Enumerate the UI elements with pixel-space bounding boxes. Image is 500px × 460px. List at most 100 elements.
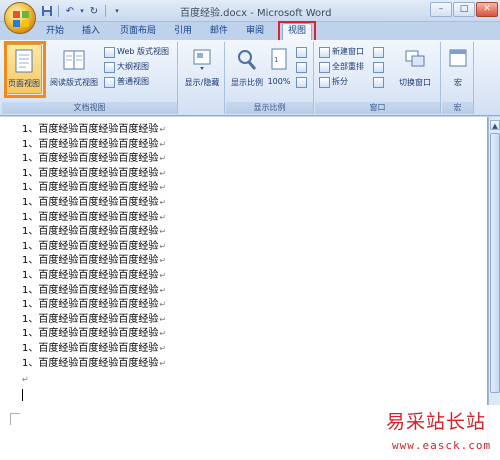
document-line[interactable]: 1、百度经验百度经验百度经验↵ (22, 167, 166, 182)
new-window-button[interactable]: 新建窗口 (319, 45, 364, 59)
page-width-button[interactable] (296, 75, 307, 89)
document-line-text: 1、百度经验百度经验百度经验 (22, 313, 159, 325)
document-line[interactable]: 1、百度经验百度经验百度经验↵ (22, 357, 166, 372)
show-hide-button[interactable]: 显示/隐藏 (182, 44, 222, 94)
group-window: 新建窗口 全部重排 拆分 切换窗口 窗口 (315, 42, 441, 114)
reset-window-button[interactable] (373, 75, 384, 89)
page-100-icon: 1 (271, 48, 287, 70)
web-layout-label: Web 版式视图 (117, 47, 169, 56)
save-icon[interactable] (40, 4, 54, 18)
document-line[interactable]: 1、百度经验百度经验百度经验↵ (22, 138, 166, 153)
customize-qat-icon[interactable]: ▾ (110, 4, 124, 18)
svg-text:1: 1 (274, 56, 278, 64)
sync-scroll-icon (373, 61, 384, 73)
outline-icon (104, 61, 115, 73)
minimize-button[interactable]: – (430, 2, 452, 17)
draft-label: 普通视图 (117, 77, 149, 86)
scroll-up-button[interactable]: ▲ (490, 120, 500, 130)
draft-button[interactable]: 普通视图 (104, 75, 149, 89)
tab-view[interactable]: 视图 (282, 23, 312, 40)
arrange-all-icon (319, 61, 330, 73)
tab-page-layout[interactable]: 页面布局 (114, 24, 162, 38)
text-cursor (22, 389, 23, 401)
split-icon (319, 76, 330, 88)
document-line[interactable]: 1、百度经验百度经验百度经验↵ (22, 225, 166, 240)
redo-icon[interactable]: ↻ (87, 4, 101, 18)
split-button[interactable]: 拆分 (319, 75, 348, 89)
document-line[interactable]: 1、百度经验百度经验百度经验↵ (22, 269, 166, 284)
office-button[interactable] (4, 2, 36, 34)
document-line[interactable]: 1、百度经验百度经验百度经验↵ (22, 254, 166, 269)
document-body[interactable]: 1、百度经验百度经验百度经验↵ 1、百度经验百度经验百度经验↵ 1、百度经验百度经验… (22, 123, 166, 371)
undo-dropdown-icon[interactable]: ▾ (79, 4, 85, 18)
document-line[interactable]: 1、百度经验百度经验百度经验↵ (22, 181, 166, 196)
web-layout-button[interactable]: Web 版式视图 (104, 45, 169, 59)
paragraph-mark: ↵ (159, 314, 167, 324)
document-line-text: 1、百度经验百度经验百度经验 (22, 342, 159, 354)
tab-review[interactable]: 审阅 (242, 24, 268, 38)
document-line[interactable]: 1、百度经验百度经验百度经验↵ (22, 123, 166, 138)
tab-home[interactable]: 开始 (42, 24, 68, 38)
view-side-by-side-button[interactable] (373, 45, 384, 59)
scroll-thumb[interactable] (490, 133, 500, 393)
document-line[interactable]: 1、百度经验百度经验百度经验↵ (22, 240, 166, 255)
document-line[interactable]: 1、百度经验百度经验百度经验↵ (22, 211, 166, 226)
window-title: 百度经验.docx - Microsoft Word (180, 8, 332, 19)
print-layout-button[interactable]: 页面视图 (6, 44, 42, 94)
group-zoom: 显示比例 1 100% 显示比例 (226, 42, 314, 114)
group-label-window: 窗口 (315, 102, 440, 114)
document-line[interactable]: 1、百度经验百度经验百度经验↵ (22, 327, 166, 342)
document-line-text: 1、百度经验百度经验百度经验 (22, 226, 159, 238)
document-line-text: 1、百度经验百度经验百度经验 (22, 240, 159, 252)
tab-insert[interactable]: 插入 (78, 24, 104, 38)
magnifier-icon (238, 50, 257, 70)
page-width-icon (296, 76, 307, 88)
document-line[interactable]: 1、百度经验百度经验百度经验↵ (22, 313, 166, 328)
document-line-text: 1、百度经验百度经验百度经验 (22, 196, 159, 208)
group-label-document-views: 文档视图 (2, 102, 177, 114)
document-line-text: 1、百度经验百度经验百度经验 (22, 138, 159, 150)
document-line-text: 1、百度经验百度经验百度经验 (22, 284, 159, 296)
watermark-url: www.easck.com (392, 439, 492, 452)
zoom-label: 显示比例 (231, 78, 263, 87)
ribbon-tabs: 开始 插入 页面布局 引用 邮件 审阅 视图 (0, 22, 500, 40)
one-page-button[interactable] (296, 45, 307, 59)
document-line[interactable]: 1、百度经验百度经验百度经验↵ (22, 284, 166, 299)
undo-icon[interactable]: ↶ (63, 4, 77, 18)
close-button[interactable]: ✕ (476, 2, 498, 17)
reading-layout-icon (63, 50, 85, 70)
outline-button[interactable]: 大纲视图 (104, 60, 149, 74)
two-pages-button[interactable] (296, 60, 307, 74)
tab-mailings[interactable]: 邮件 (206, 24, 232, 38)
group-show-hide: 显示/隐藏 (179, 42, 225, 114)
document-line-text: 1、百度经验百度经验百度经验 (22, 299, 159, 311)
document-line[interactable]: 1、百度经验百度经验百度经验↵ (22, 342, 166, 357)
quick-access-toolbar: ↶ ▾ ↻ ▾ (40, 3, 124, 19)
new-window-icon (319, 46, 330, 58)
full-screen-reading-button[interactable]: 阅读版式视图 (48, 44, 100, 94)
paragraph-mark: ↵ (159, 358, 167, 368)
zoom-percent-label: 100% (267, 77, 291, 86)
title-bar: ↶ ▾ ↻ ▾ 百度经验.docx - Microsoft Word – □ ✕ (0, 0, 500, 34)
maximize-button[interactable]: □ (453, 2, 475, 17)
tab-references[interactable]: 引用 (170, 24, 196, 38)
split-label: 拆分 (332, 77, 348, 86)
qat-separator (58, 5, 59, 17)
web-layout-icon (104, 46, 115, 58)
sync-scrolling-button[interactable] (373, 60, 384, 74)
zoom-button[interactable]: 显示比例 (228, 44, 266, 94)
document-line-text: 1、百度经验百度经验百度经验 (22, 182, 159, 194)
switch-windows-icon (405, 50, 425, 67)
draft-icon (104, 76, 115, 88)
paragraph-mark: ↵ (159, 227, 167, 237)
zoom-100-button[interactable]: 1 100% (266, 44, 292, 94)
show-hide-label: 显示/隐藏 (184, 78, 220, 87)
paragraph-mark: ↵ (159, 197, 167, 207)
document-line[interactable]: 1、百度经验百度经验百度经验↵ (22, 152, 166, 167)
document-line[interactable]: 1、百度经验百度经验百度经验↵ (22, 298, 166, 313)
arrange-all-button[interactable]: 全部重排 (319, 60, 364, 74)
macros-button[interactable]: 宏 (444, 44, 472, 94)
paragraph-mark: ↵ (159, 139, 167, 149)
document-line[interactable]: 1、百度经验百度经验百度经验↵ (22, 196, 166, 211)
switch-windows-button[interactable]: 切换窗口 (393, 44, 437, 94)
